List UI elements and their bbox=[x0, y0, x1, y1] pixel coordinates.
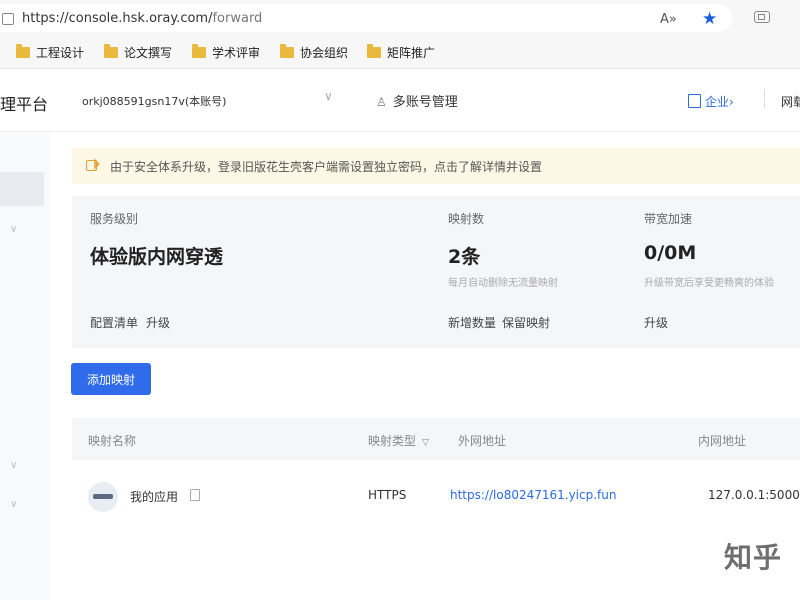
col-internal-header: 内网地址 bbox=[698, 434, 747, 448]
keep-mapping-link[interactable]: 保留映射 bbox=[502, 314, 550, 331]
url-path: forward bbox=[212, 11, 263, 26]
bookmark-label: 矩阵推广 bbox=[387, 46, 436, 60]
config-list-link[interactable]: 配置清单 bbox=[90, 314, 138, 331]
table-header: 映射名称 映射类型 ▽ 外网地址 内网地址 bbox=[72, 418, 800, 460]
folder-icon bbox=[367, 44, 381, 58]
external-address-link[interactable]: https://lo80247161.yicp.fun bbox=[450, 488, 616, 502]
mappings-value: 2条 bbox=[448, 246, 481, 268]
mappings-sub: 每月自动删除无流量映射 bbox=[448, 278, 558, 289]
bookmarks-bar: 工程设计 论文撰写 学术评审 协会组织 矩阵推广 bbox=[0, 36, 800, 69]
building-icon bbox=[688, 94, 701, 108]
enterprise-button[interactable]: 企业› bbox=[688, 93, 734, 110]
account-selector[interactable]: orkj088591gsn17v(本账号) bbox=[82, 93, 226, 109]
read-aloud-icon[interactable]: A» bbox=[660, 12, 677, 27]
folder-icon bbox=[16, 44, 30, 58]
multi-account-button[interactable]: ♙ 多账号管理 bbox=[376, 91, 458, 110]
header-divider bbox=[764, 89, 765, 109]
bandwidth-label: 带宽加速 bbox=[644, 212, 693, 226]
col-type-header[interactable]: 映射类型 ▽ bbox=[368, 432, 429, 449]
col-type-label: 映射类型 bbox=[368, 434, 417, 448]
folder-icon bbox=[280, 44, 294, 58]
user-icon: ♙ bbox=[376, 95, 387, 109]
url-field[interactable]: https://console.hsk.oray.com/forward A» … bbox=[0, 4, 732, 32]
browser-address-bar: https://console.hsk.oray.com/forward A» … bbox=[0, 0, 800, 36]
bandwidth-sub: 升级带宽后享受更畅爽的体验 bbox=[644, 278, 774, 289]
extensions-icon[interactable] bbox=[754, 11, 770, 23]
help-link[interactable]: 网载 bbox=[781, 93, 800, 110]
speaker-icon bbox=[86, 158, 100, 171]
bookmark-label: 协会组织 bbox=[300, 46, 349, 60]
mapping-name: 我的应用 bbox=[130, 490, 179, 504]
url-prefix: https://console.hsk.oray.com/ bbox=[22, 11, 213, 26]
app-icon bbox=[88, 482, 118, 512]
col-name-header: 映射名称 bbox=[88, 434, 137, 448]
add-mapping-button[interactable]: 添加映射 bbox=[71, 363, 151, 395]
chevron-down-icon[interactable]: ∨ bbox=[324, 89, 333, 103]
chevron-down-icon[interactable]: ∨ bbox=[10, 460, 17, 471]
bookmark-xiehui[interactable]: 协会组织 bbox=[280, 44, 348, 61]
folder-icon bbox=[192, 44, 206, 58]
chevron-down-icon[interactable]: ∨ bbox=[10, 224, 17, 235]
url-text[interactable]: https://console.hsk.oray.com/forward bbox=[22, 11, 262, 26]
sidebar-item-active[interactable] bbox=[0, 172, 44, 206]
sidebar: ∨ ∨ ∨ bbox=[0, 132, 50, 600]
enterprise-label: 企业 bbox=[705, 95, 730, 109]
app-header: 理平台 orkj088591gsn17v(本账号) ∨ ♙ 多账号管理 企业› 网… bbox=[0, 69, 800, 132]
col-external-header: 外网地址 bbox=[458, 434, 507, 448]
edit-icon[interactable] bbox=[190, 489, 200, 501]
bandwidth-value: 0/0M bbox=[644, 242, 697, 264]
bandwidth-upgrade-link[interactable]: 升级 bbox=[644, 314, 668, 331]
mappings-label: 映射数 bbox=[448, 212, 485, 226]
internal-address: 127.0.0.1:5000 bbox=[708, 488, 800, 502]
bookmark-gongcheng[interactable]: 工程设计 bbox=[16, 44, 84, 61]
chevron-down-icon[interactable]: ∨ bbox=[10, 499, 17, 510]
upgrade-link[interactable]: 升级 bbox=[146, 314, 170, 331]
table-row: 我的应用 HTTPS https://lo80247161.yicp.fun 1… bbox=[72, 462, 800, 530]
filter-icon[interactable]: ▽ bbox=[422, 438, 429, 448]
folder-icon bbox=[104, 44, 118, 58]
bookmark-juzhen[interactable]: 矩阵推广 bbox=[367, 44, 435, 61]
add-quantity-link[interactable]: 新增数量 bbox=[448, 314, 496, 331]
brand-title: 理平台 bbox=[0, 95, 49, 114]
mapping-type: HTTPS bbox=[368, 488, 407, 502]
page-info-icon[interactable] bbox=[2, 13, 14, 25]
bookmark-lunwen[interactable]: 论文撰写 bbox=[104, 44, 172, 61]
bookmark-label: 工程设计 bbox=[36, 46, 85, 60]
notice-banner[interactable]: 由于安全体系升级，登录旧版花生壳客户端需设置独立密码，点击了解详情并设置 bbox=[72, 148, 800, 184]
notice-text[interactable]: 由于安全体系升级，登录旧版花生壳客户端需设置独立密码，点击了解详情并设置 bbox=[110, 158, 542, 175]
stats-panel: 服务级别 体验版内网穿透 配置清单 升级 映射数 2条 每月自动删除无流量映射 … bbox=[72, 196, 800, 348]
multi-account-label: 多账号管理 bbox=[392, 95, 458, 110]
bookmark-label: 论文撰写 bbox=[124, 46, 173, 60]
enterprise-arrow-icon: › bbox=[729, 95, 734, 109]
zhihu-watermark: 知乎 bbox=[724, 541, 783, 574]
bookmark-label: 学术评审 bbox=[212, 46, 261, 60]
service-level-label: 服务级别 bbox=[90, 212, 139, 226]
favorite-star-icon[interactable]: ★ bbox=[702, 9, 717, 29]
service-level-value: 体验版内网穿透 bbox=[90, 246, 224, 268]
bookmark-xueshu[interactable]: 学术评审 bbox=[192, 44, 260, 61]
